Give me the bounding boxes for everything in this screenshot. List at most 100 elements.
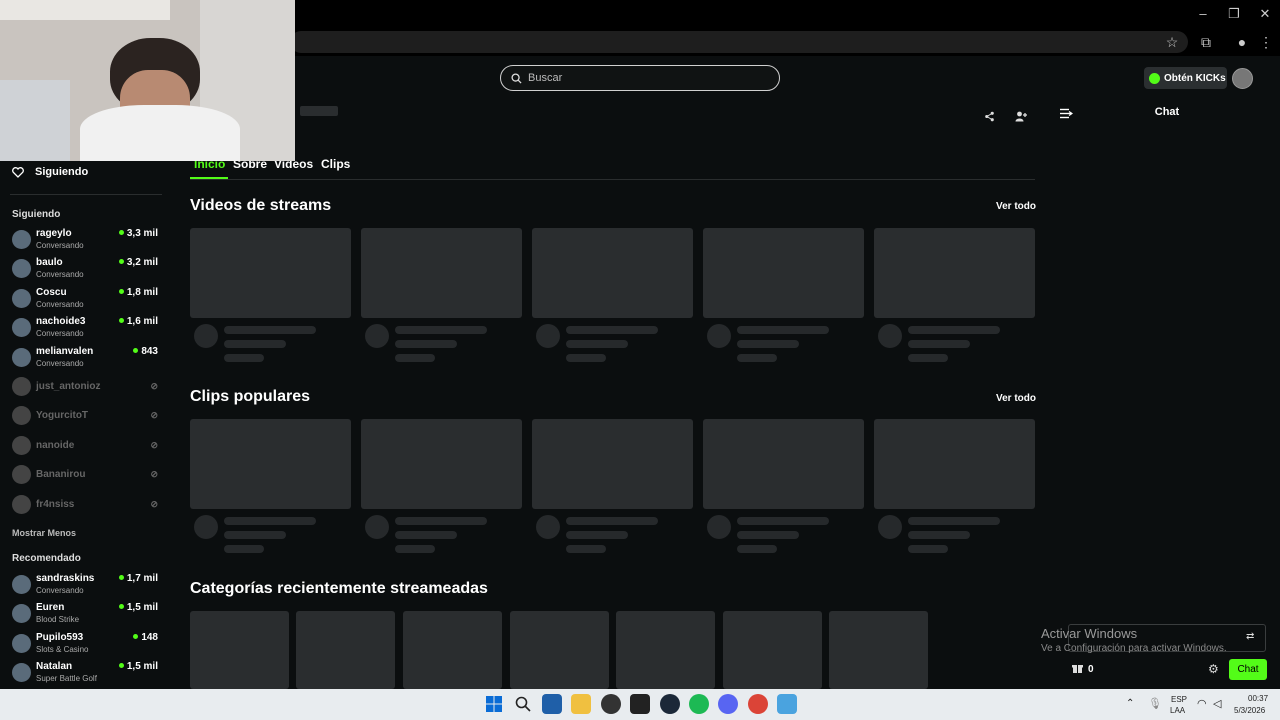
sidebar-divider bbox=[10, 194, 162, 195]
settings-icon[interactable]: ⚙ bbox=[1208, 662, 1219, 676]
sidebar-channel-item[interactable]: rageylo Conversando 3,3 mil bbox=[12, 226, 160, 254]
avatar-skeleton bbox=[365, 324, 389, 348]
channel-name: sandraskins bbox=[36, 573, 95, 584]
avatar[interactable] bbox=[1232, 68, 1253, 89]
tabs-divider bbox=[190, 179, 1035, 180]
tab-clips[interactable]: Clips bbox=[321, 157, 350, 171]
chrome-icon[interactable] bbox=[748, 694, 768, 714]
sidebar-channel-item[interactable]: Coscu Conversando 1,8 mil bbox=[12, 285, 160, 313]
menu-dots-icon[interactable]: ⋮ bbox=[1256, 33, 1276, 51]
address-bar[interactable] bbox=[290, 31, 1188, 53]
avatar-skeleton bbox=[365, 515, 389, 539]
mic-icon[interactable]: 🎙 bbox=[1148, 697, 1162, 710]
avatar-skeleton bbox=[878, 324, 902, 348]
category-card-skeleton[interactable] bbox=[403, 611, 502, 689]
text-skeleton bbox=[395, 326, 487, 334]
store-icon[interactable] bbox=[542, 694, 562, 714]
chat-panel bbox=[1053, 100, 1280, 689]
sidebar-channel-item[interactable]: just_antonioz ⊘ bbox=[12, 373, 160, 401]
avatar bbox=[12, 633, 31, 653]
text-skeleton bbox=[224, 545, 264, 553]
sidebar-channel-item[interactable]: Euren Blood Strike 1,5 mil bbox=[12, 600, 160, 628]
text-skeleton bbox=[737, 517, 829, 525]
sidebar-channel-item[interactable]: Bananirou ⊘ bbox=[12, 461, 160, 489]
language-code[interactable]: ESP bbox=[1171, 695, 1187, 704]
video-thumbnail-skeleton[interactable] bbox=[190, 419, 351, 509]
channel-name: rageylo bbox=[36, 228, 72, 239]
category-card-skeleton[interactable] bbox=[296, 611, 395, 689]
video-thumbnail-skeleton[interactable] bbox=[532, 228, 693, 318]
text-skeleton bbox=[224, 531, 286, 539]
language-layout[interactable]: LAA bbox=[1170, 706, 1185, 715]
videos-see-all-link[interactable]: Ver todo bbox=[996, 201, 1036, 212]
sidebar-channel-item[interactable]: baulo Conversando 3,2 mil bbox=[12, 255, 160, 283]
sidebar-following-nav[interactable]: Siguiendo bbox=[35, 166, 88, 178]
spotify-icon[interactable] bbox=[689, 694, 709, 714]
channel-name-skeleton bbox=[300, 106, 338, 116]
sidebar-channel-item[interactable]: fr4nsiss ⊘ bbox=[12, 491, 160, 519]
category-card-skeleton[interactable] bbox=[510, 611, 609, 689]
emote-icon[interactable]: ⇄ bbox=[1246, 631, 1254, 642]
category-card-skeleton[interactable] bbox=[829, 611, 928, 689]
video-thumbnail-skeleton[interactable] bbox=[703, 228, 864, 318]
offline-icon: ⊘ bbox=[150, 410, 158, 421]
wifi-icon[interactable]: ◠ bbox=[1197, 697, 1207, 710]
video-thumbnail-skeleton[interactable] bbox=[703, 419, 864, 509]
steam-icon[interactable] bbox=[660, 694, 680, 714]
file-explorer-icon[interactable] bbox=[571, 694, 591, 714]
volume-icon[interactable]: ◁ bbox=[1213, 697, 1221, 710]
minimize-icon[interactable]: – bbox=[1188, 5, 1218, 23]
video-thumbnail-skeleton[interactable] bbox=[361, 419, 522, 509]
chat-send-button[interactable]: Chat bbox=[1229, 659, 1267, 680]
video-thumbnail-skeleton[interactable] bbox=[361, 228, 522, 318]
taskbar-search-icon[interactable] bbox=[513, 694, 533, 714]
avatar bbox=[12, 377, 31, 396]
video-thumbnail-skeleton[interactable] bbox=[190, 228, 351, 318]
share-icon[interactable] bbox=[984, 111, 995, 122]
app-icon[interactable] bbox=[777, 694, 797, 714]
sidebar-channel-item[interactable]: Natalan Super Battle Golf 1,5 mil bbox=[12, 659, 160, 687]
avatar bbox=[12, 318, 31, 338]
category-card-skeleton[interactable] bbox=[723, 611, 822, 689]
video-thumbnail-skeleton[interactable] bbox=[532, 419, 693, 509]
text-skeleton bbox=[395, 340, 457, 348]
obs-icon[interactable] bbox=[601, 694, 621, 714]
video-thumbnail-skeleton[interactable] bbox=[874, 228, 1035, 318]
windows-start-icon[interactable] bbox=[484, 694, 504, 714]
clips-see-all-link[interactable]: Ver todo bbox=[996, 393, 1036, 404]
sidebar-channel-item[interactable]: YogurcitoT ⊘ bbox=[12, 402, 160, 430]
star-icon[interactable]: ☆ bbox=[1162, 33, 1182, 51]
category-card-skeleton[interactable] bbox=[190, 611, 289, 689]
profile-icon[interactable]: ● bbox=[1232, 33, 1252, 51]
close-window-icon[interactable]: ✕ bbox=[1250, 5, 1280, 23]
restore-icon[interactable]: ❐ bbox=[1219, 5, 1249, 23]
tray-chevron-icon[interactable]: ⌃ bbox=[1126, 698, 1134, 709]
show-less-link[interactable]: Mostrar Menos bbox=[12, 528, 76, 538]
search-bar[interactable] bbox=[500, 65, 780, 91]
kicks-icon bbox=[1149, 72, 1160, 84]
gift-icon[interactable] bbox=[1072, 663, 1083, 674]
discord-icon[interactable] bbox=[718, 694, 738, 714]
sidebar-channel-item[interactable]: sandraskins Conversando 1,7 mil bbox=[12, 571, 160, 599]
heart-icon bbox=[12, 167, 24, 178]
sidebar-channel-item[interactable]: nachoide3 Conversando 1,6 mil bbox=[12, 314, 160, 342]
video-thumbnail-skeleton[interactable] bbox=[874, 419, 1035, 509]
add-friend-icon[interactable] bbox=[1015, 111, 1027, 122]
sidebar-channel-item[interactable]: melianvalen Conversando 843 bbox=[12, 344, 160, 372]
clock-time[interactable]: 00:37 bbox=[1248, 694, 1268, 703]
collapse-chat-icon[interactable] bbox=[1060, 108, 1073, 119]
category-card-skeleton[interactable] bbox=[616, 611, 715, 689]
sidebar-channel-item[interactable]: Pupilo593 Slots & Casino 148 bbox=[12, 630, 160, 658]
get-kicks-button[interactable]: Obtén KICKs bbox=[1144, 67, 1227, 89]
search-input[interactable] bbox=[528, 72, 768, 84]
sidebar-channel-item[interactable]: nanoide ⊘ bbox=[12, 432, 160, 460]
channel-category: Conversando bbox=[36, 358, 84, 368]
channel-category: Conversando bbox=[36, 299, 84, 309]
avatar-skeleton bbox=[707, 515, 731, 539]
viewer-count: 1,8 mil bbox=[119, 287, 158, 298]
text-skeleton bbox=[566, 517, 658, 525]
extensions-icon[interactable]: ⧉ bbox=[1196, 33, 1216, 51]
clock-date[interactable]: 5/3/2026 bbox=[1234, 706, 1265, 715]
windows-activation-subtitle: Ve a Configuración para activar Windows. bbox=[1041, 643, 1227, 654]
epic-games-icon[interactable] bbox=[630, 694, 650, 714]
